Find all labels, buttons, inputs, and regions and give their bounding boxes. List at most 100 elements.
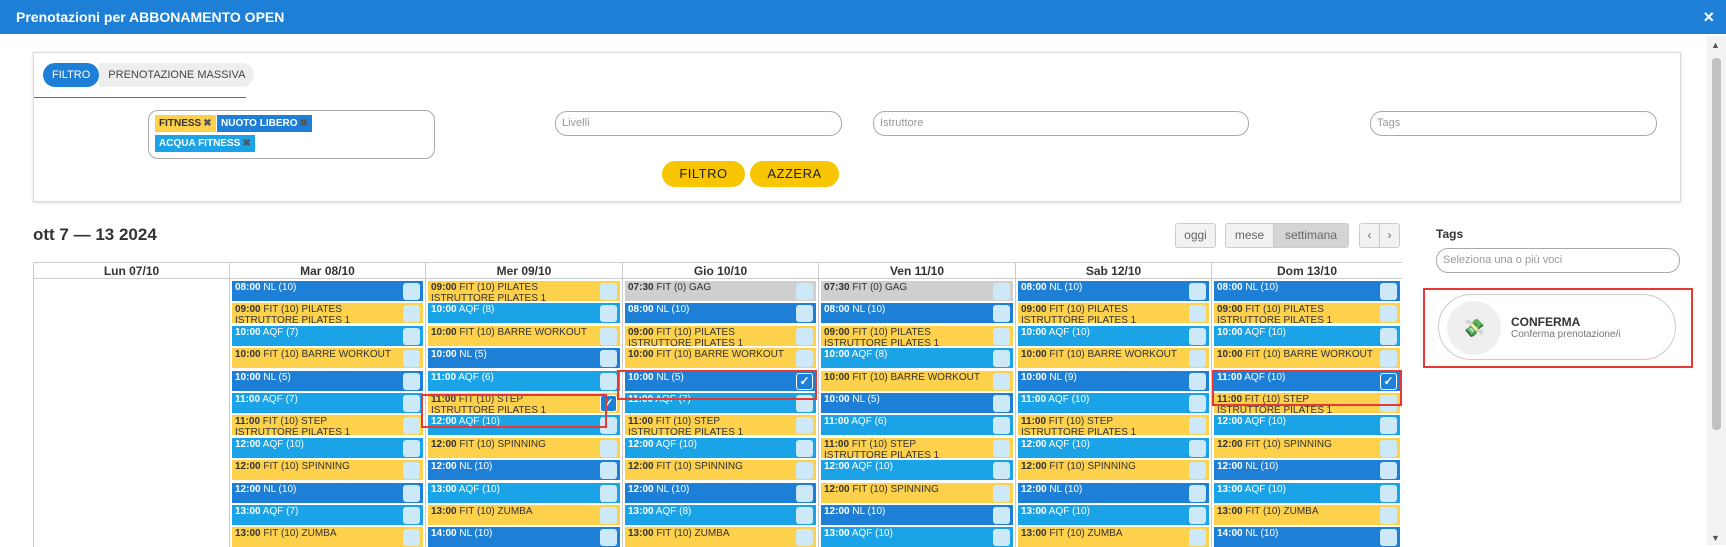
checkbox-icon[interactable] (600, 484, 617, 502)
checkbox-icon[interactable] (1380, 462, 1397, 480)
checkbox-icon[interactable] (403, 395, 420, 412)
checkbox-icon[interactable] (1189, 395, 1206, 412)
remove-icon[interactable]: ✖ (203, 118, 211, 129)
calendar-event[interactable]: 13:00 AQF (10) (821, 527, 1013, 547)
checkbox-icon[interactable] (993, 305, 1010, 323)
checkbox-icon[interactable] (1380, 305, 1397, 323)
calendar-event[interactable]: 09:00 FIT (10) PILATES ISTRUTTORE PILATES… (625, 325, 816, 347)
checkbox-icon[interactable] (1189, 327, 1206, 345)
calendar-event[interactable]: 09:00 FIT (10) PILATES ISTRUTTORE PILATES… (428, 281, 620, 302)
checkbox-icon[interactable] (1189, 350, 1206, 368)
calendar-event[interactable]: 12:00 FIT (10) SPINNING (1018, 460, 1209, 482)
close-icon[interactable]: × (1703, 7, 1714, 28)
checkbox-icon[interactable] (993, 372, 1010, 390)
calendar-event[interactable]: 10:00 FIT (10) BARRE WORKOUT (625, 348, 816, 370)
calendar-event[interactable]: 08:00 NL (10) (1214, 281, 1400, 302)
calendar-event[interactable]: 10:00 AQF (10) (1214, 325, 1400, 347)
page-scrollbar[interactable]: ▲ ▼ (1707, 36, 1726, 545)
azzera-button[interactable]: AZZERA (750, 161, 839, 187)
chip-acqua-fitness[interactable]: ACQUA FITNESS ✖ (155, 135, 255, 152)
calendar-event[interactable]: 13:00 FIT (10) ZUMBA (232, 527, 423, 547)
remove-icon[interactable]: ✖ (299, 118, 307, 129)
chip-fitness[interactable]: FITNESS ✖ (155, 115, 216, 132)
calendar-event[interactable]: 10:00 AQF (8) (821, 348, 1013, 370)
checkbox-icon[interactable] (600, 327, 617, 345)
oggi-button[interactable]: oggi (1175, 223, 1216, 248)
checkbox-icon[interactable] (993, 327, 1010, 345)
calendar-event[interactable]: 14:00 NL (10) (428, 527, 620, 547)
filtro-button[interactable]: FILTRO (662, 161, 745, 187)
tab-prenotazione-massiva[interactable]: PRENOTAZIONE MASSIVA (99, 63, 255, 87)
settimana-button[interactable]: settimana (1273, 223, 1349, 248)
checkbox-icon[interactable] (1380, 283, 1397, 300)
checkbox-icon[interactable] (993, 283, 1010, 300)
calendar-event[interactable]: 12:00 AQF (10) (625, 437, 816, 459)
calendar-event[interactable]: 12:00 NL (10) (1214, 460, 1400, 482)
checkbox-icon[interactable] (1189, 417, 1206, 435)
calendar-event[interactable]: 12:00 FIT (10) SPINNING (1214, 437, 1400, 459)
calendar-event[interactable]: 07:30 FIT (0) GAG (821, 281, 1013, 302)
calendar-event[interactable]: 12:00 AQF (10) (1214, 415, 1400, 437)
checkbox-icon[interactable] (403, 372, 420, 390)
checkbox-icon[interactable] (796, 283, 813, 300)
checkbox-icon[interactable] (1189, 283, 1206, 300)
calendar-event[interactable]: 10:00 NL (9) (1018, 370, 1209, 392)
calendar-event[interactable]: 11:00 AQF (10) (1018, 393, 1209, 414)
checkbox-icon[interactable] (993, 350, 1010, 368)
prev-week-button[interactable]: ‹ (1359, 223, 1380, 248)
calendar-event[interactable]: 10:00 NL (5) (821, 393, 1013, 414)
checkbox-icon[interactable] (1189, 529, 1206, 547)
calendar-event[interactable]: 13:00 AQF (10) (428, 482, 620, 504)
checkbox-icon[interactable] (1380, 327, 1397, 345)
calendar-event[interactable]: 08:00 NL (10) (821, 303, 1013, 325)
calendar-event[interactable]: 12:00 FIT (10) SPINNING (232, 460, 423, 482)
calendar-event[interactable]: 13:00 AQF (10) (1214, 482, 1400, 504)
calendar-event[interactable]: 11:00 FIT (10) STEP ISTRUTTORE PILATES 1 (232, 415, 423, 437)
checkbox-icon[interactable] (1189, 484, 1206, 502)
calendar-event[interactable]: 09:00 FIT (10) PILATES ISTRUTTORE PILATES… (232, 303, 423, 325)
checkbox-icon[interactable] (796, 417, 813, 435)
calendar-event[interactable]: 08:00 NL (10) (1018, 281, 1209, 302)
calendar-event[interactable]: 09:00 FIT (10) PILATES ISTRUTTORE PILATES… (1018, 303, 1209, 325)
calendar-event[interactable]: 10:00 FIT (10) BARRE WORKOUT (428, 325, 620, 347)
calendar-event[interactable]: 10:00 FIT (10) BARRE WORKOUT (821, 370, 1013, 392)
calendar-event[interactable]: 08:00 NL (10) (625, 303, 816, 325)
checkbox-icon[interactable] (993, 417, 1010, 435)
calendar-event[interactable]: 11:00 AQF (6) (428, 370, 620, 392)
calendar-event[interactable]: 10:00 FIT (10) BARRE WORKOUT (232, 348, 423, 370)
checkbox-icon[interactable] (796, 484, 813, 502)
checkbox-icon[interactable] (403, 350, 420, 368)
calendar-event[interactable]: 10:00 NL (5) (428, 348, 620, 370)
remove-icon[interactable]: ✖ (242, 138, 250, 149)
tags-select-input[interactable]: Seleziona una o più voci (1436, 248, 1680, 273)
checkbox-icon[interactable] (600, 439, 617, 457)
scroll-up-icon[interactable]: ▲ (1711, 40, 1720, 50)
checkbox-icon[interactable] (403, 529, 420, 547)
checkbox-icon[interactable] (993, 439, 1010, 457)
mese-button[interactable]: mese (1225, 223, 1274, 248)
calendar-event[interactable]: 12:00 FIT (10) SPINNING (625, 460, 816, 482)
checkbox-icon[interactable] (993, 395, 1010, 412)
checkbox-icon[interactable] (600, 372, 617, 390)
calendar-event[interactable]: 13:00 FIT (10) ZUMBA (428, 505, 620, 526)
calendar-event[interactable]: 13:00 AQF (10) (1018, 505, 1209, 526)
checkbox-icon[interactable] (600, 529, 617, 547)
calendar-event[interactable]: 12:00 FIT (10) SPINNING (428, 437, 620, 459)
calendar-event[interactable]: 13:00 FIT (10) ZUMBA (1214, 505, 1400, 526)
checkbox-icon[interactable] (600, 283, 617, 300)
checkbox-icon[interactable] (796, 529, 813, 547)
calendar-event[interactable]: 11:00 AQF (6) (821, 415, 1013, 437)
checkbox-icon[interactable] (403, 462, 420, 480)
calendar-event[interactable]: 10:00 FIT (10) BARRE WORKOUT (1018, 348, 1209, 370)
calendar-event[interactable]: 14:00 NL (10) (1214, 527, 1400, 547)
activity-multiselect[interactable]: FITNESS ✖ NUOTO LIBERO ✖ ACQUA FITNESS ✖ (148, 110, 435, 159)
calendar-event[interactable]: 12:00 AQF (10) (1018, 437, 1209, 459)
checkbox-icon[interactable] (796, 305, 813, 323)
checkbox-icon[interactable] (600, 305, 617, 323)
calendar-event[interactable]: 10:00 AQF (8) (428, 303, 620, 325)
checkbox-icon[interactable] (600, 462, 617, 480)
calendar-event[interactable]: 12:00 NL (10) (821, 505, 1013, 526)
calendar-event[interactable]: 12:00 AQF (10) (821, 460, 1013, 482)
checkbox-icon[interactable] (403, 327, 420, 345)
calendar-event[interactable]: 10:00 AQF (7) (232, 325, 423, 347)
